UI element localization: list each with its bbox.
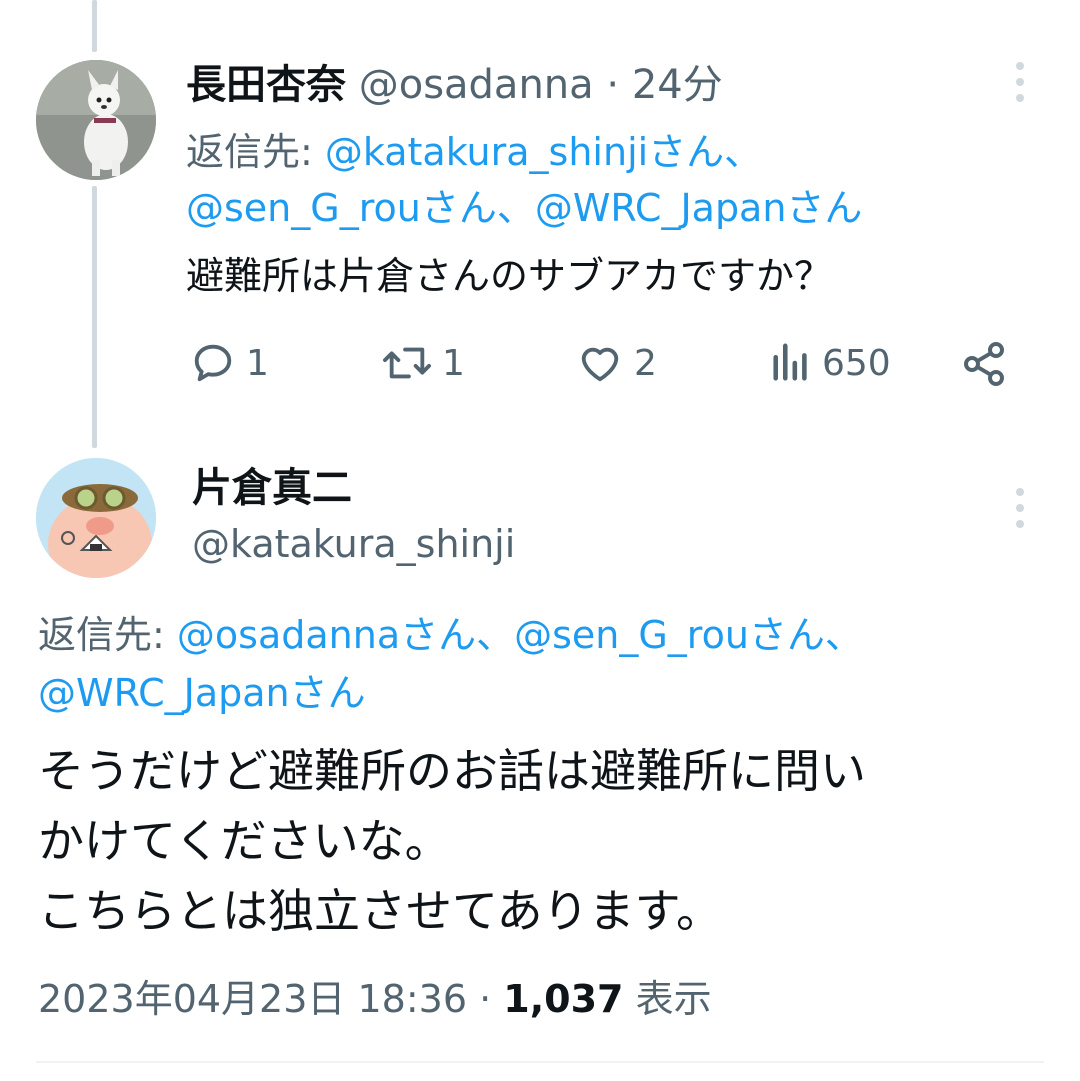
- tweet2-reply-mentions-1[interactable]: @osadannaさん、@sen_G_rouさん、: [177, 613, 863, 657]
- tweet1-reply-label: 返信先:: [186, 130, 313, 174]
- thread-line-connector: [92, 186, 97, 448]
- tweet2-more-icon[interactable]: [1010, 488, 1030, 548]
- tweet1-retweet-count: 1: [442, 342, 465, 384]
- tweet1-like-button[interactable]: 2: [576, 340, 657, 386]
- views-icon: [773, 343, 807, 381]
- avatar-osadanna[interactable]: [36, 60, 156, 180]
- tweet2-meta-separator: ·: [479, 977, 492, 1021]
- tweet2-views-label: 表示: [635, 977, 712, 1021]
- tweet1-share-button[interactable]: [960, 340, 1008, 392]
- tweet1-views-button[interactable]: 650: [770, 340, 891, 386]
- thread-line-top: [92, 0, 97, 52]
- tweet2-display-name[interactable]: 片倉真二: [192, 462, 352, 514]
- tweet1-handle[interactable]: @osadanna: [359, 62, 594, 108]
- share-icon: [964, 342, 1004, 386]
- tweet2-meta: 2023年04月23日 18:36 · 1,037 表示: [38, 972, 712, 1026]
- tweet1-reply-button[interactable]: 1: [190, 340, 269, 386]
- tweet1-retweet-button[interactable]: 1: [382, 340, 465, 386]
- tweet1-time[interactable]: 24分: [632, 62, 723, 108]
- tweet2-text-line-2: かけてくださいな。: [38, 814, 451, 868]
- tweet1-view-count: 650: [822, 342, 891, 384]
- tweet1-reply-mentions-1[interactable]: @katakura_shinjiさん、: [325, 130, 762, 174]
- tweet2-reply-mentions-2[interactable]: @WRC_Japanさん: [38, 664, 863, 722]
- tweet2-reply-to: 返信先: @osadannaさん、@sen_G_rouさん、 @WRC_Japa…: [38, 606, 863, 722]
- tweet2-text: そうだけど避難所のお話は避難所に問い かけてくださいな。 こちらとは独立させてあ…: [38, 736, 866, 946]
- tweet2-text-line-1: そうだけど避難所のお話は避難所に問い: [38, 744, 866, 798]
- tweet1-display-name[interactable]: 長田杏奈: [186, 62, 346, 108]
- retweet-icon: [383, 347, 431, 379]
- tweet2-handle[interactable]: @katakura_shinji: [192, 518, 515, 570]
- tweet2-text-line-3: こちらとは独立させてあります。: [38, 884, 723, 938]
- tweet1-like-count: 2: [634, 342, 657, 384]
- tweet1-reply-count: 1: [246, 342, 269, 384]
- tweet1-text: 避難所は片倉さんのサブアカですか？: [186, 254, 833, 298]
- tweet2-views-count: 1,037: [503, 977, 624, 1021]
- like-icon: [581, 347, 619, 382]
- tweet1-reply-to: 返信先: @katakura_shinjiさん、 @sen_G_rouさん、@W…: [186, 124, 862, 236]
- tweet2-timestamp[interactable]: 2023年04月23日 18:36: [38, 977, 467, 1021]
- avatar-katakura-shinji[interactable]: [36, 458, 156, 578]
- tweet1-more-icon[interactable]: [1010, 62, 1030, 122]
- reply-icon: [194, 344, 232, 382]
- tweet1-separator: ·: [606, 62, 620, 108]
- divider: [36, 1061, 1044, 1063]
- tweet2-reply-label: 返信先:: [38, 613, 165, 657]
- tweet1-reply-mentions-2[interactable]: @sen_G_rouさん、@WRC_Japanさん: [186, 180, 862, 236]
- tweet1-header: 長田杏奈 @osadanna · 24分: [186, 60, 723, 110]
